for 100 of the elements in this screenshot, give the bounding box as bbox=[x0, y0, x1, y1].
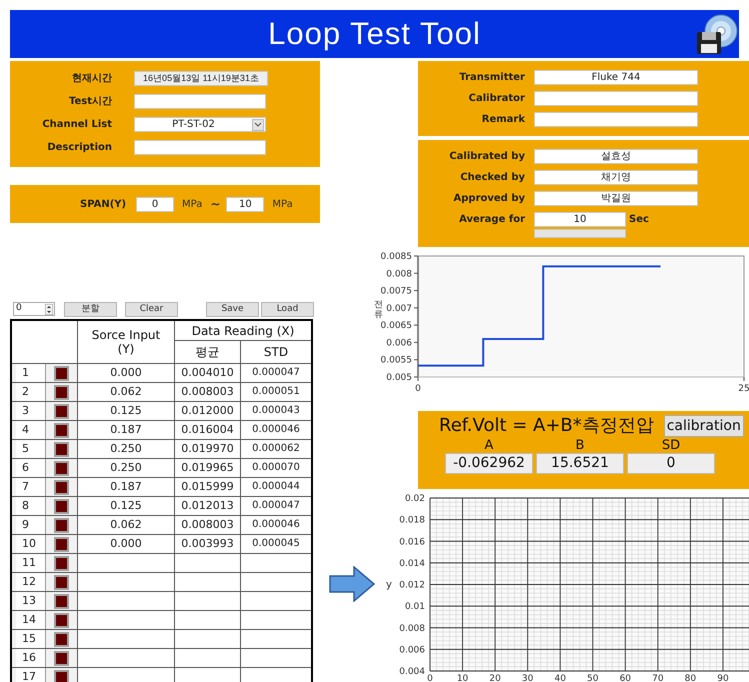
field-label: Calibrator bbox=[468, 92, 525, 106]
text-field[interactable] bbox=[134, 140, 266, 155]
row-number: 5 bbox=[16, 440, 46, 458]
status-led[interactable] bbox=[54, 612, 69, 628]
status-led[interactable] bbox=[54, 404, 69, 418]
text-field[interactable]: 박길원 bbox=[534, 191, 698, 206]
y-tick-label: 0.008 bbox=[386, 269, 412, 280]
counter-spinbox[interactable]: 0 bbox=[13, 302, 55, 316]
status-led[interactable] bbox=[54, 498, 69, 514]
table-cell: 0.000062 bbox=[252, 443, 300, 454]
window-title: Loop Test Tool bbox=[268, 14, 481, 53]
text-field[interactable]: 설효성 bbox=[534, 149, 698, 164]
text-field[interactable] bbox=[134, 94, 266, 109]
field-label: Average for bbox=[458, 213, 525, 227]
average-field[interactable]: 10 bbox=[534, 212, 626, 227]
status-led[interactable] bbox=[54, 518, 69, 532]
status-led[interactable] bbox=[54, 594, 69, 608]
y-tick-label: 0.006 bbox=[386, 338, 412, 348]
row-number: 14 bbox=[16, 611, 46, 629]
coefficient-label: A bbox=[484, 438, 494, 453]
table-cell: 0.008003 bbox=[181, 518, 234, 531]
row-number: 3 bbox=[16, 402, 46, 420]
status-led[interactable] bbox=[54, 556, 69, 570]
coefficient-label: SD bbox=[662, 438, 680, 453]
field-label: 현재시간 bbox=[71, 72, 113, 86]
table-cell: 0.250 bbox=[110, 461, 142, 474]
table-cell: 0.000046 bbox=[252, 519, 300, 530]
x-tick-label: 40 bbox=[554, 674, 566, 682]
y-tick-label: 0.008 bbox=[399, 624, 425, 634]
text-field[interactable]: 채기영 bbox=[534, 170, 698, 185]
y-tick-label: 0.007 bbox=[386, 304, 412, 314]
row-number: 13 bbox=[16, 592, 46, 610]
table-cell: 0.012013 bbox=[181, 499, 234, 512]
text-field[interactable]: Fluke 744 bbox=[534, 70, 698, 85]
table-cell: 0.008003 bbox=[181, 385, 234, 398]
column-header: 평균 bbox=[196, 344, 220, 361]
status-led[interactable] bbox=[54, 384, 69, 400]
x-tick-label: 50 bbox=[587, 674, 598, 682]
table-cell: 0.000045 bbox=[252, 538, 300, 549]
x-tick-label: 0 bbox=[415, 384, 421, 394]
y-tick-label: 0.02 bbox=[404, 494, 425, 504]
span-label: SPAN(Y) bbox=[80, 198, 126, 212]
table-cell: 0.000047 bbox=[252, 367, 300, 378]
status-led[interactable] bbox=[54, 670, 69, 682]
text-field[interactable] bbox=[534, 91, 698, 106]
table-cell: 0.000070 bbox=[252, 462, 300, 473]
arrow-right-icon bbox=[329, 566, 375, 602]
row-number: 17 bbox=[16, 668, 46, 682]
spinner-icon bbox=[45, 304, 53, 314]
unit-label: Sec bbox=[629, 213, 649, 227]
table-cell: 0.000043 bbox=[252, 405, 300, 416]
calibration-button[interactable]: calibration bbox=[664, 415, 744, 437]
y-tick-label: 0.0075 bbox=[380, 286, 412, 297]
status-led[interactable] bbox=[54, 366, 69, 380]
table-cell: 0.019965 bbox=[181, 461, 234, 474]
text-field[interactable] bbox=[534, 112, 698, 127]
status-led[interactable] bbox=[54, 632, 69, 646]
field-label: Test시간 bbox=[68, 95, 113, 109]
x-tick-label: 80 bbox=[684, 674, 696, 682]
table-cell: 0.000 bbox=[110, 537, 142, 550]
status-led[interactable] bbox=[54, 422, 69, 438]
table-cell: 0.000046 bbox=[252, 424, 300, 435]
table-cell: 0.187 bbox=[110, 480, 142, 493]
span-max-field[interactable]: 10 bbox=[226, 196, 264, 212]
status-led[interactable] bbox=[54, 460, 69, 476]
field-label: Transmitter bbox=[458, 71, 525, 85]
x-tick-label: 10 bbox=[456, 674, 468, 682]
status-led[interactable] bbox=[54, 480, 69, 494]
toolbar-button[interactable]: Clear bbox=[125, 302, 178, 316]
field-label: Description bbox=[46, 141, 113, 155]
y-axis-label: y bbox=[386, 580, 392, 590]
row-number: 16 bbox=[16, 649, 46, 667]
table-cell: 0.004010 bbox=[181, 366, 234, 379]
channel-dropdown[interactable]: PT-ST-02 bbox=[134, 117, 266, 132]
range-separator: ~ bbox=[210, 196, 220, 213]
toolbar-button[interactable]: 분할 bbox=[64, 302, 117, 316]
span-min-field[interactable]: 0 bbox=[136, 196, 174, 212]
status-led[interactable] bbox=[54, 536, 69, 552]
column-header: STD bbox=[264, 344, 288, 361]
table-cell: 0.062 bbox=[110, 518, 142, 531]
table-cell: 0.250 bbox=[110, 442, 142, 455]
row-number: 1 bbox=[16, 364, 46, 382]
toolbar-button[interactable]: Save bbox=[206, 302, 259, 316]
y-tick-label: 0.014 bbox=[399, 558, 425, 569]
field-label: Checked by bbox=[459, 171, 525, 185]
table-cell: 0.016004 bbox=[181, 423, 234, 436]
toolbar-button[interactable]: Load bbox=[261, 302, 314, 316]
status-led[interactable] bbox=[54, 442, 69, 456]
table-cell: 0.015999 bbox=[181, 480, 234, 493]
table-cell: 0.125 bbox=[110, 499, 142, 512]
x-tick-label: 90 bbox=[717, 674, 729, 682]
y-tick-label: 0.01 bbox=[404, 602, 425, 612]
y-tick-label: 0.0055 bbox=[380, 356, 412, 366]
table-cell: 0.000 bbox=[110, 366, 142, 379]
row-number: 15 bbox=[16, 630, 46, 648]
status-led[interactable] bbox=[54, 574, 69, 590]
y-tick-label: 0.016 bbox=[399, 537, 425, 548]
status-led[interactable] bbox=[54, 650, 69, 666]
x-tick-label: 70 bbox=[652, 674, 664, 682]
row-number: 9 bbox=[16, 516, 46, 534]
